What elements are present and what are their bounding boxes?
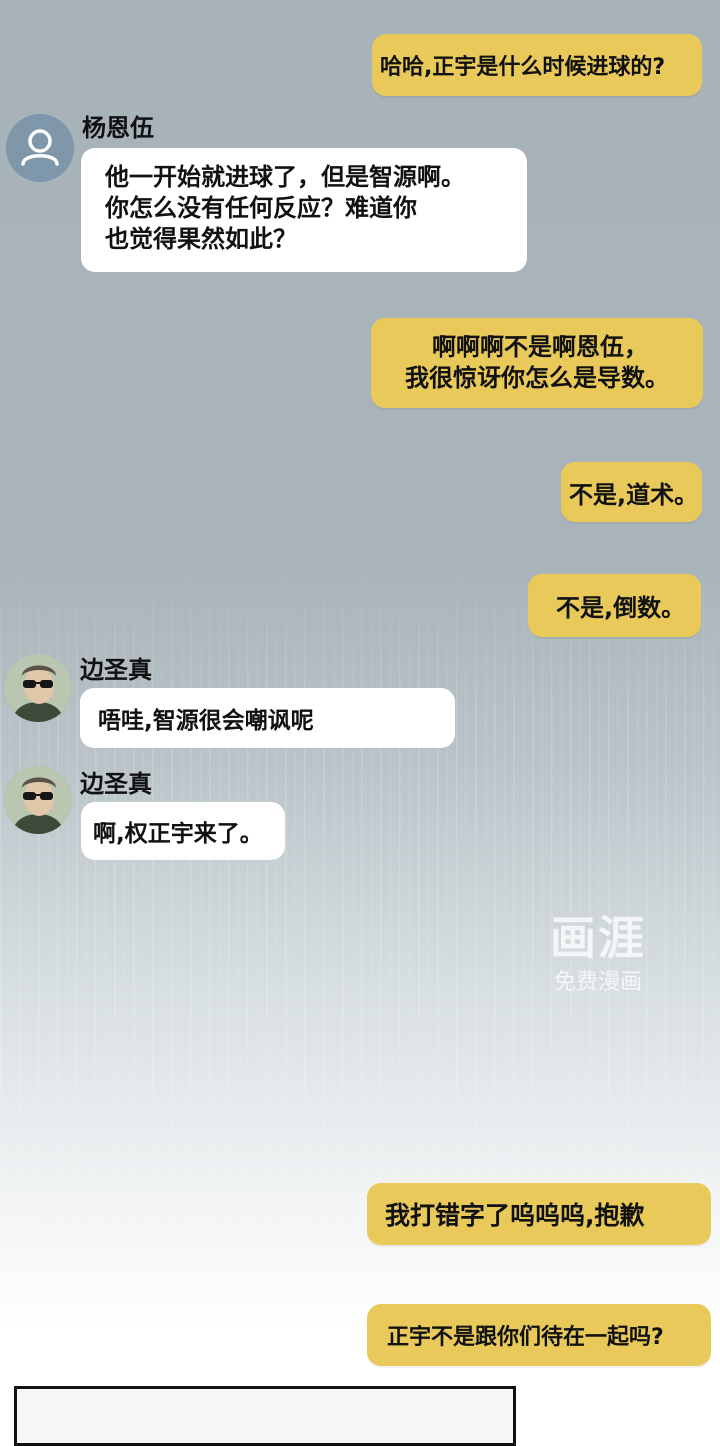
watermark-caption: 免费漫画: [553, 970, 642, 995]
message-line: 也觉得果然如此？: [105, 225, 297, 253]
their-message-bubble: 啊,权正宇来了。: [81, 802, 285, 860]
sender-name: 边圣真: [80, 656, 152, 684]
my-message-bubble: 不是,倒数。: [528, 574, 701, 637]
message-line: 我很惊讶你怎么是导数。: [405, 364, 669, 392]
message-line: 你怎么没有任何反应？难道你: [105, 194, 417, 222]
message-line: 他一开始就进球了，但是智源啊。: [105, 163, 465, 191]
next-panel-frame: [14, 1386, 516, 1446]
user-silhouette-icon: [21, 129, 59, 166]
my-message-bubble: 啊啊啊不是啊恩伍， 我很惊讶你怎么是导数。: [371, 318, 703, 408]
message-text: 正宇不是跟你们待在一起吗?: [387, 1325, 664, 1350]
sender-name: 杨恩伍: [82, 114, 154, 142]
sunglasses-man-avatar[interactable]: [4, 654, 72, 722]
my-message-bubble: 哈哈,正宇是什么时候进球的?: [372, 34, 702, 96]
their-message-bubble: 唔哇,智源很会嘲讽呢: [80, 688, 455, 748]
sunglasses-man-avatar[interactable]: [4, 766, 72, 834]
my-message-bubble: 我打错字了呜呜呜,抱歉: [367, 1183, 711, 1245]
character-avatar-icon: [4, 766, 72, 834]
default-avatar-icon[interactable]: [6, 114, 74, 182]
their-message-bubble: 他一开始就进球了，但是智源啊。 你怎么没有任何反应？难道你 也觉得果然如此？: [81, 148, 527, 272]
message-text: 不是,倒数。: [556, 594, 686, 622]
message-text: 哈哈,正宇是什么时候进球的?: [380, 55, 666, 80]
message-text: 我打错字了呜呜呜,抱歉: [385, 1201, 645, 1230]
character-avatar-icon: [4, 654, 72, 722]
watermark: 画涯 免费漫画: [538, 908, 658, 1008]
message-text: 不是,道术。: [569, 480, 699, 509]
my-message-bubble: 正宇不是跟你们待在一起吗?: [367, 1304, 711, 1366]
message-text: 唔哇,智源很会嘲讽呢: [98, 708, 314, 734]
sender-name: 边圣真: [80, 770, 152, 798]
watermark-logo: 画涯: [550, 911, 646, 965]
message-text: 啊,权正宇来了。: [93, 821, 263, 847]
my-message-bubble: 不是,道术。: [561, 462, 702, 522]
message-line: 啊啊啊不是啊恩伍，: [432, 333, 648, 361]
